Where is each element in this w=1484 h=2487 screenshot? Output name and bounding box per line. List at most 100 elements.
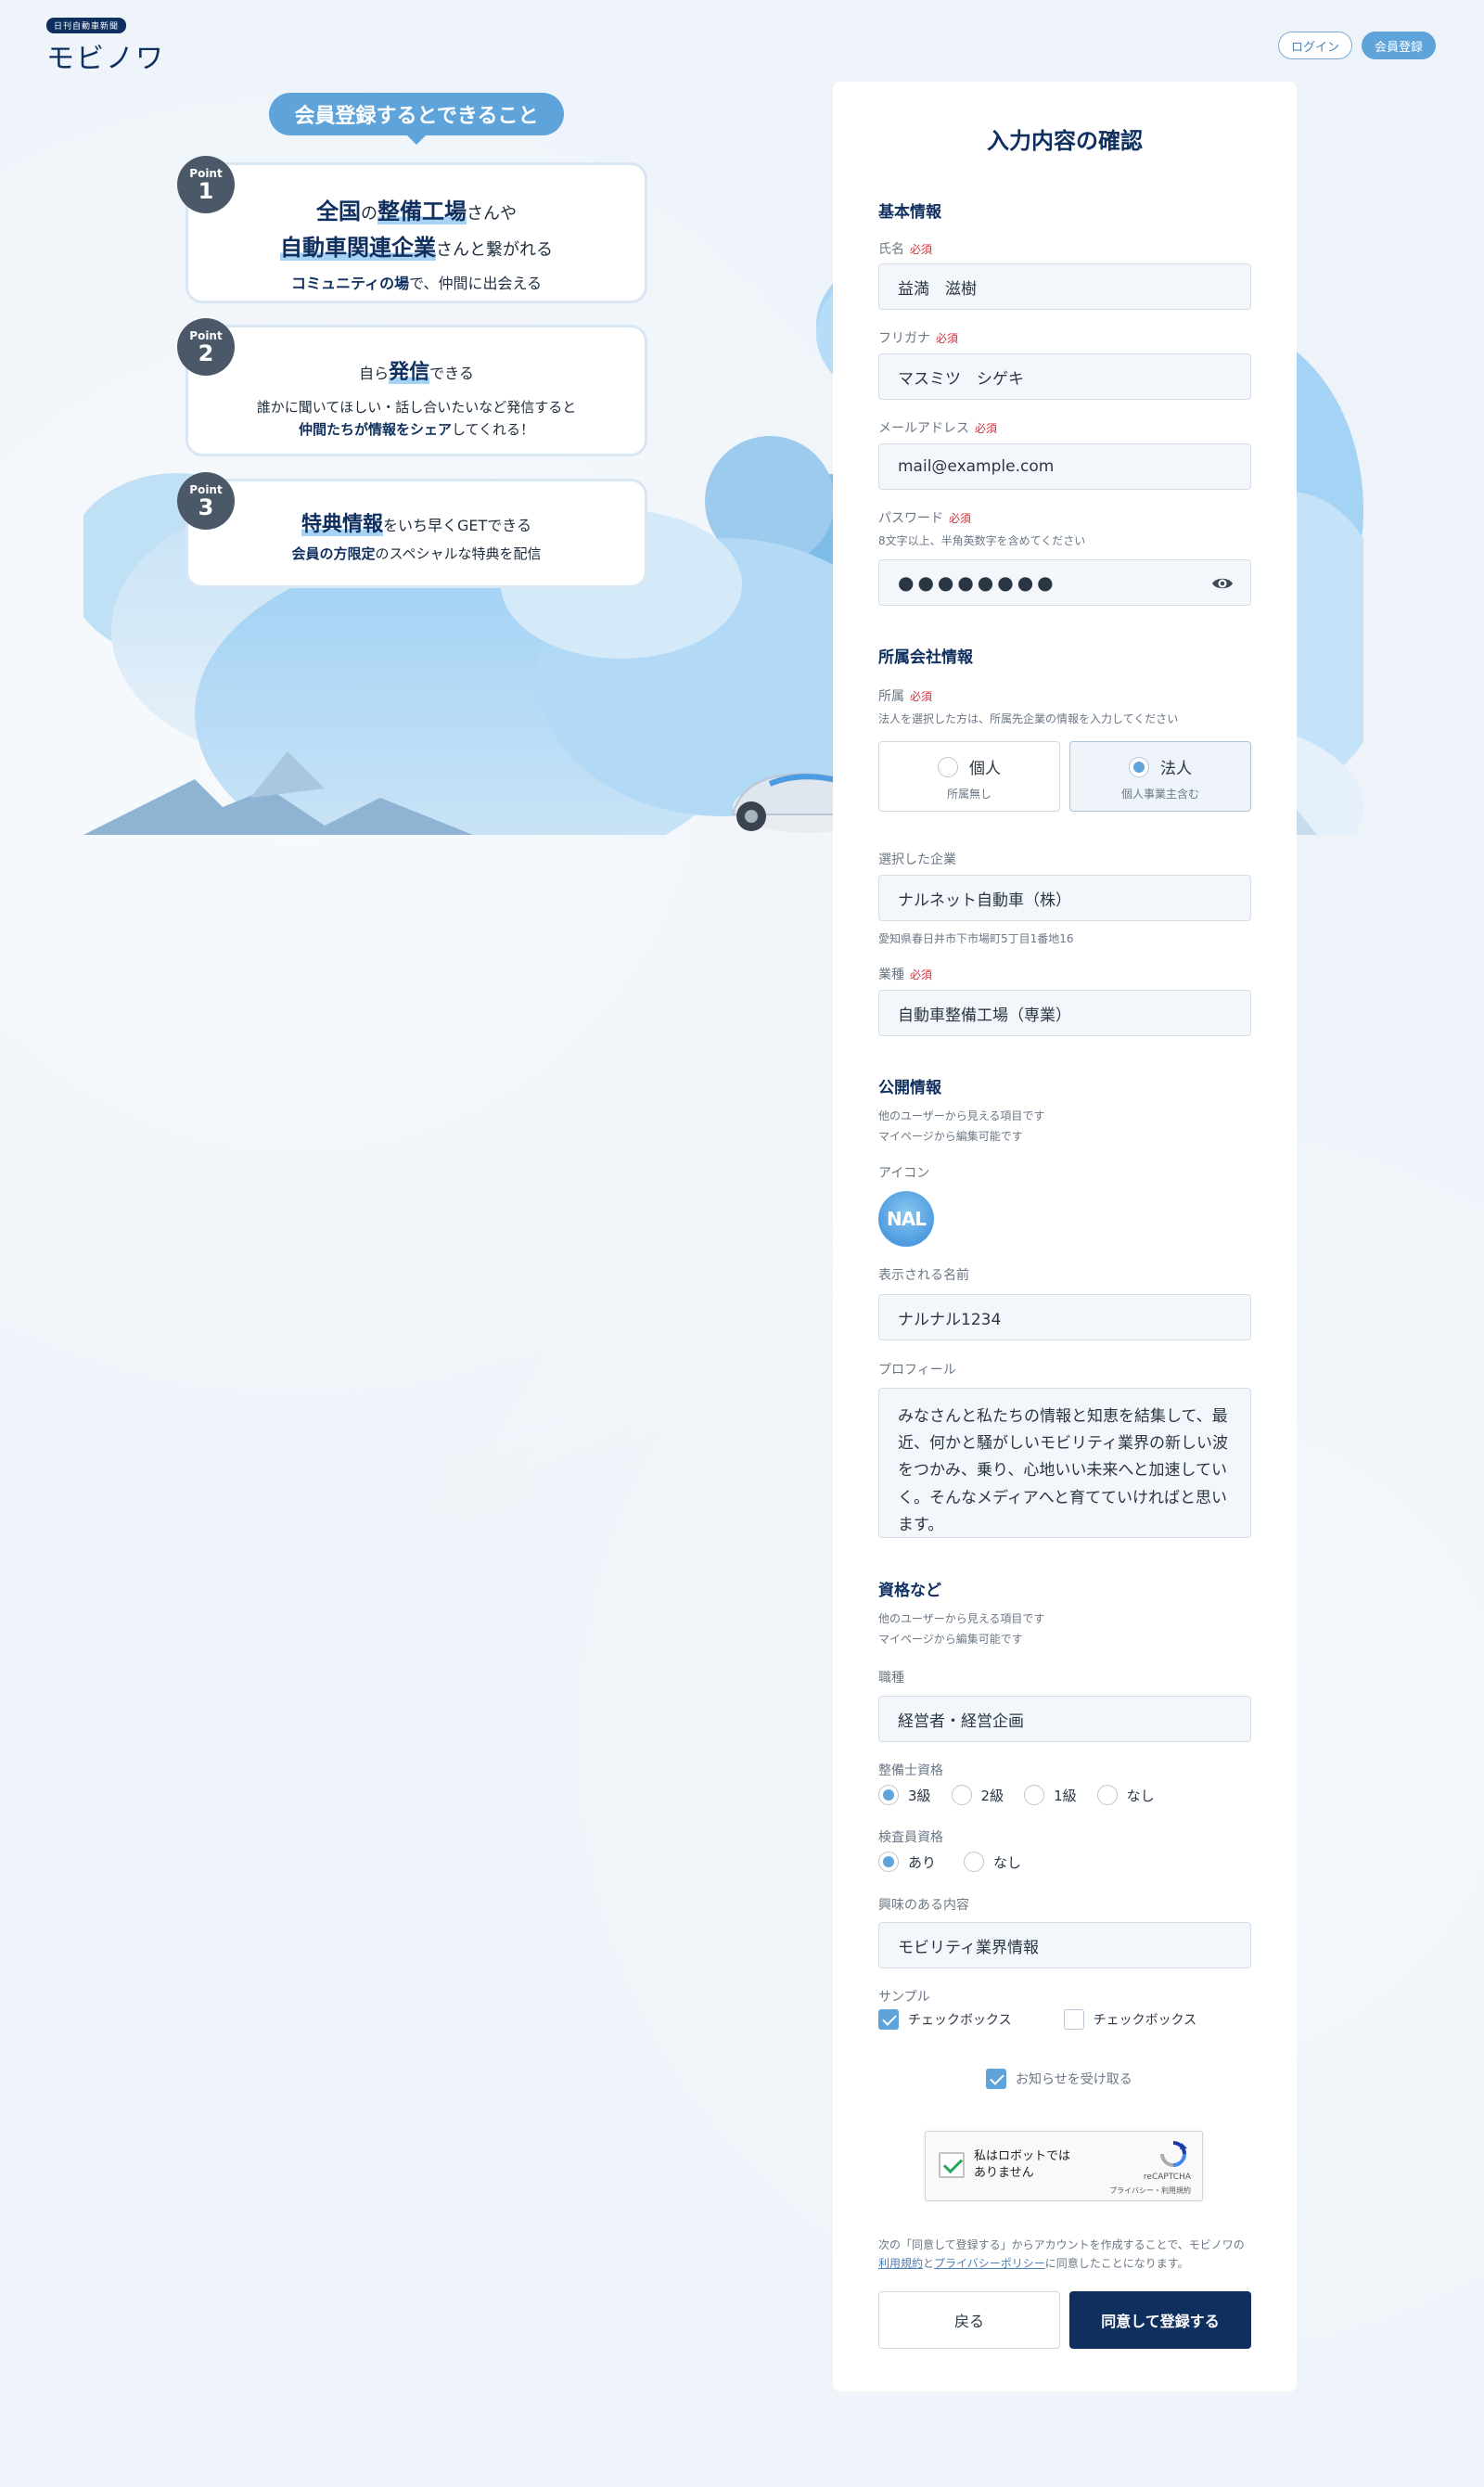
email-field[interactable]: mail@example.com [878, 443, 1251, 490]
section-basic-title: 基本情報 [878, 203, 941, 222]
recaptcha-logo-icon [1160, 2141, 1187, 2167]
industry-label: 業種 [878, 968, 904, 982]
password-label-row: パスワード 必須 [878, 508, 971, 527]
feature-2-text: してくれる！ [451, 421, 535, 438]
page-title: 入力内容の確認 [987, 128, 1143, 154]
inspector-option-label: なし [993, 1853, 1022, 1871]
required-badge: 必須 [975, 422, 998, 435]
password-field[interactable]: ●●●●●●●● [878, 559, 1251, 606]
login-button[interactable]: ログイン [1278, 32, 1352, 59]
affiliation-help: 法人を選択した方は、所属先企業の情報を入力してください [878, 712, 1179, 725]
name-label-row: 氏名 必須 [878, 239, 932, 258]
point-badge-2: Point 2 [177, 318, 235, 376]
mechanic-option-label: 2級 [980, 1787, 1004, 1804]
mechanic-option-1[interactable]: 1級 [1024, 1785, 1077, 1805]
required-badge: 必須 [936, 332, 959, 345]
point-badge-1: Point 1 [177, 156, 235, 213]
newsletter-option[interactable]: お知らせを受け取る [986, 2069, 1132, 2089]
company-address: 愛知県春日井市下市場町5丁目1番地16 [878, 932, 1074, 945]
section-qualifications-title: 資格など [878, 1582, 941, 1600]
recaptcha-widget[interactable]: 私はロボットではありません reCAPTCHA プライバシー・利用規約 [925, 2131, 1203, 2201]
terms-note: 次の「同意して登録する」からアカウントを作成することで、モビノワの利用規約とプラ… [878, 2236, 1251, 2274]
agree-register-button[interactable]: 同意して登録する [1069, 2291, 1251, 2349]
affiliation-option-corporate[interactable]: 法人 個人事業主含む [1069, 741, 1251, 812]
back-button[interactable]: 戻る [878, 2291, 1060, 2349]
required-badge: 必須 [949, 512, 972, 525]
kana-field[interactable]: マスミツ シゲキ [878, 353, 1251, 400]
radio-selected-icon [1129, 756, 1149, 777]
feature-3-text: をいち早くGETできる [383, 517, 531, 534]
email-label: メールアドレス [878, 421, 969, 436]
inspector-option-label: あり [908, 1853, 937, 1871]
terms-note-text: に同意したことになります。 [1044, 2257, 1189, 2271]
feature-3-line-1: 特典情報をいち早くGETできる [188, 507, 645, 537]
sample-checkbox-2[interactable]: チェックボックス [1063, 2009, 1197, 2030]
sample-checkbox-1[interactable]: チェックボックス [878, 2009, 1012, 2030]
feature-card-3: Point 3 特典情報をいち早くGETできる 会員の方限定のスペシャルな特典を… [177, 472, 647, 588]
show-password-icon[interactable] [1211, 572, 1234, 595]
affiliation-option-individual[interactable]: 個人 所属無し [878, 741, 1060, 812]
radio-icon [938, 756, 958, 777]
job-field[interactable]: 経営者・経営企画 [878, 1696, 1251, 1742]
feature-2-text: できる [429, 365, 474, 382]
interest-field[interactable]: モビリティ業界情報 [878, 1922, 1251, 1968]
mechanic-option-2[interactable]: 2級 [951, 1785, 1004, 1805]
password-help: 8文字以上、半角英数字を含めてください [878, 534, 1086, 547]
radio-icon [1024, 1785, 1045, 1805]
inspector-radio-group: あり なし [878, 1852, 1021, 1872]
recaptcha-text: 私はロボットではありません [974, 2149, 1071, 2181]
mechanic-option-label: 3級 [908, 1787, 931, 1804]
qualifications-help-2: マイページから編集可能です [878, 1633, 1023, 1646]
feature-1-line-2: 自動車関連企業さんと繋がれる [188, 229, 645, 262]
sample-checkbox-group: チェックボックス チェックボックス [878, 2009, 1196, 2030]
recaptcha-checkbox[interactable] [939, 2152, 965, 2178]
privacy-link[interactable]: プライバシーポリシー [934, 2257, 1045, 2270]
display-name-label: 表示される名前 [878, 1268, 969, 1283]
mechanic-radio-group: 3級 2級 1級 なし [878, 1785, 1155, 1805]
point-number: 3 [198, 494, 214, 520]
radio-selected-icon [878, 1785, 899, 1805]
newsletter-checkbox[interactable]: お知らせを受け取る [986, 2069, 1132, 2089]
radio-icon [1096, 1785, 1118, 1805]
industry-field[interactable]: 自動車整備工場（専業） [878, 990, 1251, 1036]
mechanic-option-label: 1級 [1054, 1787, 1077, 1804]
feature-1-text: さんと繋がれる [436, 240, 553, 260]
checkbox-checked-icon [878, 2009, 899, 2030]
avatar[interactable]: NAL [878, 1191, 934, 1247]
register-button[interactable]: 会員登録 [1362, 32, 1436, 59]
kana-label: フリガナ [878, 331, 930, 346]
inspector-option-yes[interactable]: あり [878, 1852, 936, 1872]
mechanic-option-3[interactable]: 3級 [878, 1785, 931, 1805]
point-number: 1 [198, 178, 214, 204]
feature-1-line-3: コミュニティの場で、仲間に出会える [188, 271, 645, 293]
feature-3-text: のスペシャルな特典を配信 [375, 545, 542, 562]
qualifications-help-1: 他のユーザーから見える項目です [878, 1612, 1045, 1625]
mechanic-option-none[interactable]: なし [1096, 1785, 1155, 1805]
icon-label: アイコン [878, 1166, 930, 1181]
affiliation-option-label: 個人 [969, 760, 1001, 778]
terms-note-text: 次の「同意して登録する」からアカウントを作成することで、モビノワの [878, 2238, 1245, 2251]
required-badge: 必須 [910, 968, 933, 981]
header-actions: ログイン 会員登録 [1278, 32, 1436, 59]
feature-1-text: 自動車関連企業 [280, 235, 436, 261]
terms-link[interactable]: 利用規約 [878, 2257, 923, 2270]
sample-checkbox-label: チェックボックス [1093, 2013, 1197, 2028]
affiliation-option-sub: 所属無し [946, 788, 991, 801]
selected-company-field[interactable]: ナルネット自動車（株） [878, 875, 1251, 921]
site-logo[interactable]: 日刊自動車新聞 モビノワ [46, 15, 165, 76]
feature-2-line-2: 誰かに聞いてほしい・話し合いたいなど発信すると 仲間たちが情報をシェアしてくれる… [188, 396, 645, 441]
feature-3-text: 会員の方限定 [291, 545, 376, 562]
checkbox-checked-icon [986, 2069, 1006, 2089]
profile-field[interactable]: みなさんと私たちの情報と知恵を結集して、最近、何かと騒がしいモビリティ業界の新し… [878, 1388, 1251, 1538]
radio-icon [964, 1852, 985, 1872]
section-company-title: 所属会社情報 [878, 648, 973, 667]
inspector-label: 検査員資格 [878, 1830, 943, 1845]
inspector-option-no[interactable]: なし [964, 1852, 1021, 1872]
feature-1-text: コミュニティの場 [291, 275, 410, 292]
feature-1-text: 全国 [316, 199, 361, 224]
feature-3-line-2: 会員の方限定のスペシャルな特典を配信 [188, 543, 645, 565]
mechanic-label: 整備士資格 [878, 1763, 943, 1778]
recaptcha-links[interactable]: プライバシー・利用規約 [1109, 2186, 1191, 2196]
name-field[interactable]: 益満 滋樹 [878, 263, 1251, 310]
display-name-field[interactable]: ナルナル1234 [878, 1294, 1251, 1340]
